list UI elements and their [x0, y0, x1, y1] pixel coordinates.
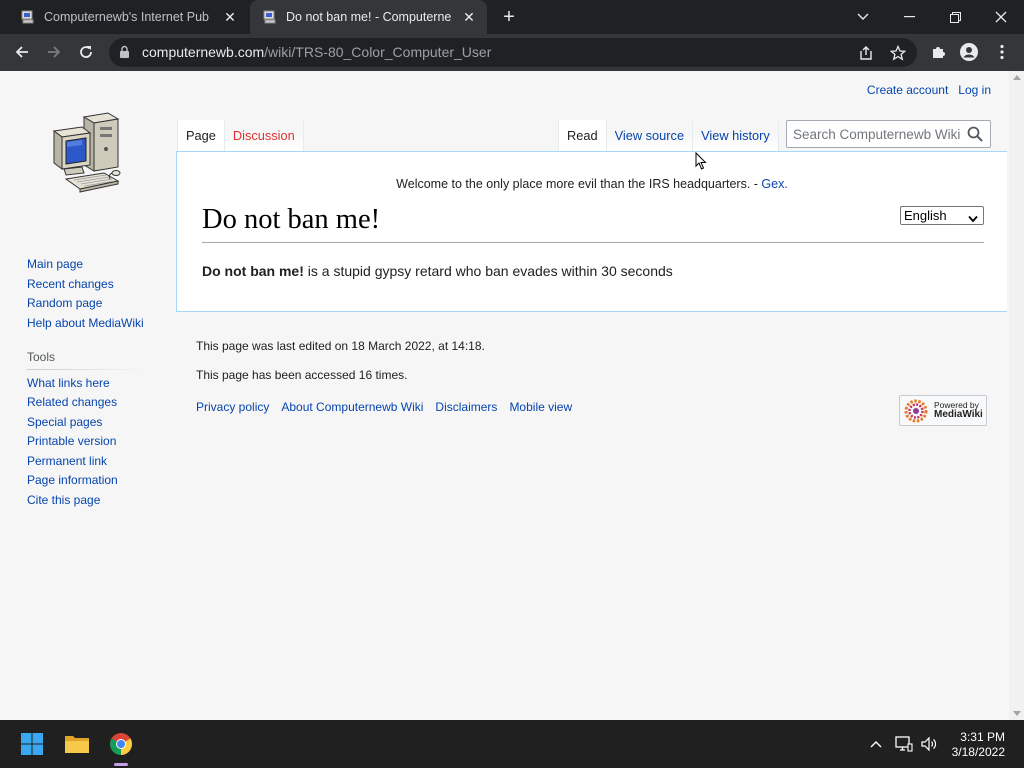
site-notice-link[interactable]: Gex. [761, 177, 787, 191]
sidebar-item-cite-this-page[interactable]: Cite this page [27, 493, 100, 507]
content-area: Welcome to the only place more evil than… [176, 151, 1007, 312]
access-count-text: This page has been accessed 16 times. [196, 368, 408, 382]
chrome-icon[interactable] [105, 728, 137, 760]
sidebar-item-what-links-here[interactable]: What links here [27, 376, 110, 390]
tab-view-history[interactable]: View history [693, 120, 779, 151]
sidebar-item-recent-changes[interactable]: Recent changes [27, 277, 114, 291]
tab-title: Do not ban me! - Computernewb [286, 10, 451, 24]
lock-icon[interactable] [119, 45, 130, 64]
mediawiki-flower-icon [904, 399, 928, 428]
active-app-indicator [114, 763, 128, 766]
view-tabs: Read View source View history [558, 120, 779, 151]
share-icon[interactable] [857, 44, 875, 62]
footer-links: Privacy policy About Computernewb Wiki D… [196, 400, 572, 414]
chevron-up-icon[interactable] [867, 735, 885, 753]
search-input[interactable] [787, 121, 962, 147]
browser-toolbar: computernewb.com/wiki/TRS-80_Color_Compu… [0, 34, 1024, 71]
page-scrollbar[interactable] [1009, 71, 1024, 720]
create-account-link[interactable]: Create account [867, 83, 948, 97]
footer-info: This page was last edited on 18 March 20… [196, 339, 485, 397]
browser-tab-strip: Computernewb's Internet Pub H ✕ Do not b… [0, 0, 1024, 34]
back-arrow-icon[interactable] [8, 38, 36, 66]
extensions-icon[interactable] [924, 38, 952, 66]
about-wiki-link[interactable]: About Computernewb Wiki [281, 400, 423, 414]
system-clock[interactable]: 3:31 PM 3/18/2022 [952, 730, 1005, 760]
clock-date: 3/18/2022 [951, 745, 1005, 759]
close-tab-icon[interactable]: ✕ [220, 7, 240, 27]
sidebar-item-main-page[interactable]: Main page [27, 257, 83, 271]
powered-by-mediawiki-badge[interactable]: Powered by MediaWiki [899, 395, 987, 426]
sidebar-item-related-changes[interactable]: Related changes [27, 395, 117, 409]
search-icon[interactable] [967, 126, 985, 144]
mobile-view-link[interactable]: Mobile view [509, 400, 572, 414]
restore-window-icon[interactable] [932, 0, 978, 34]
search-box [786, 120, 991, 148]
site-favicon-icon [20, 9, 36, 25]
browser-menu-icon[interactable] [988, 38, 1016, 66]
last-edited-text: This page was last edited on 18 March 20… [196, 339, 485, 353]
sidebar-item-page-information[interactable]: Page information [27, 473, 118, 487]
profile-icon[interactable] [955, 38, 983, 66]
network-icon[interactable] [895, 735, 913, 753]
browser-tab-pub[interactable]: Computernewb's Internet Pub H ✕ [8, 0, 248, 34]
volume-icon[interactable] [920, 735, 938, 753]
close-window-icon[interactable] [978, 0, 1024, 34]
sidebar-item-printable-version[interactable]: Printable version [27, 434, 116, 448]
sidebar-item-permanent-link[interactable]: Permanent link [27, 454, 107, 468]
wiki-logo[interactable] [52, 109, 124, 193]
tab-read[interactable]: Read [558, 120, 607, 151]
page-title: Do not ban me! [202, 204, 381, 235]
site-notice: Welcome to the only place more evil than… [396, 177, 788, 191]
windows-taskbar: 3:31 PM 3/18/2022 [0, 720, 1024, 768]
forward-arrow-icon[interactable] [40, 38, 68, 66]
personal-tools: Create account Log in [867, 83, 991, 97]
tab-search-icon[interactable] [840, 0, 886, 34]
site-favicon-icon [262, 9, 278, 25]
sidebar-item-help[interactable]: Help about MediaWiki [27, 316, 144, 330]
tab-page[interactable]: Page [177, 120, 225, 151]
sidebar-tools: Tools What links here Related changes Sp… [27, 348, 145, 510]
scroll-up-icon[interactable] [1013, 75, 1021, 80]
scroll-down-icon[interactable] [1013, 711, 1021, 716]
heading-divider [202, 242, 984, 243]
mouse-cursor-icon [695, 151, 707, 175]
disclaimers-link[interactable]: Disclaimers [435, 400, 497, 414]
address-bar[interactable]: computernewb.com/wiki/TRS-80_Color_Compu… [109, 38, 917, 67]
bookmark-star-icon[interactable] [889, 44, 907, 62]
close-tab-icon[interactable]: ✕ [459, 7, 479, 27]
privacy-policy-link[interactable]: Privacy policy [196, 400, 269, 414]
log-in-link[interactable]: Log in [958, 83, 991, 97]
url-text: computernewb.com/wiki/TRS-80_Color_Compu… [142, 44, 492, 60]
tab-title: Computernewb's Internet Pub H [44, 10, 212, 24]
windows-start-icon[interactable] [16, 728, 48, 760]
browser-tab-do-not-ban-me[interactable]: Do not ban me! - Computernewb ✕ [250, 0, 487, 34]
language-select[interactable]: English [900, 206, 984, 225]
clock-time: 3:31 PM [960, 730, 1005, 744]
new-tab-button[interactable]: + [498, 7, 520, 29]
file-explorer-icon[interactable] [61, 728, 93, 760]
chevron-down-icon [968, 211, 978, 226]
sidebar-item-random-page[interactable]: Random page [27, 296, 102, 310]
sidebar-navigation: Main page Recent changes Random page Hel… [27, 255, 144, 333]
tab-discussion[interactable]: Discussion [224, 120, 304, 151]
tab-view-source[interactable]: View source [606, 120, 694, 151]
tools-heading: Tools [27, 348, 145, 370]
article-body: Do not ban me! is a stupid gypsy retard … [202, 263, 673, 279]
namespace-tabs: Page Discussion [177, 120, 304, 151]
reload-icon[interactable] [72, 38, 100, 66]
minimize-window-icon[interactable] [886, 0, 932, 34]
sidebar-item-special-pages[interactable]: Special pages [27, 415, 102, 429]
web-page: Create account Log in Main page Recent c… [0, 71, 1024, 720]
